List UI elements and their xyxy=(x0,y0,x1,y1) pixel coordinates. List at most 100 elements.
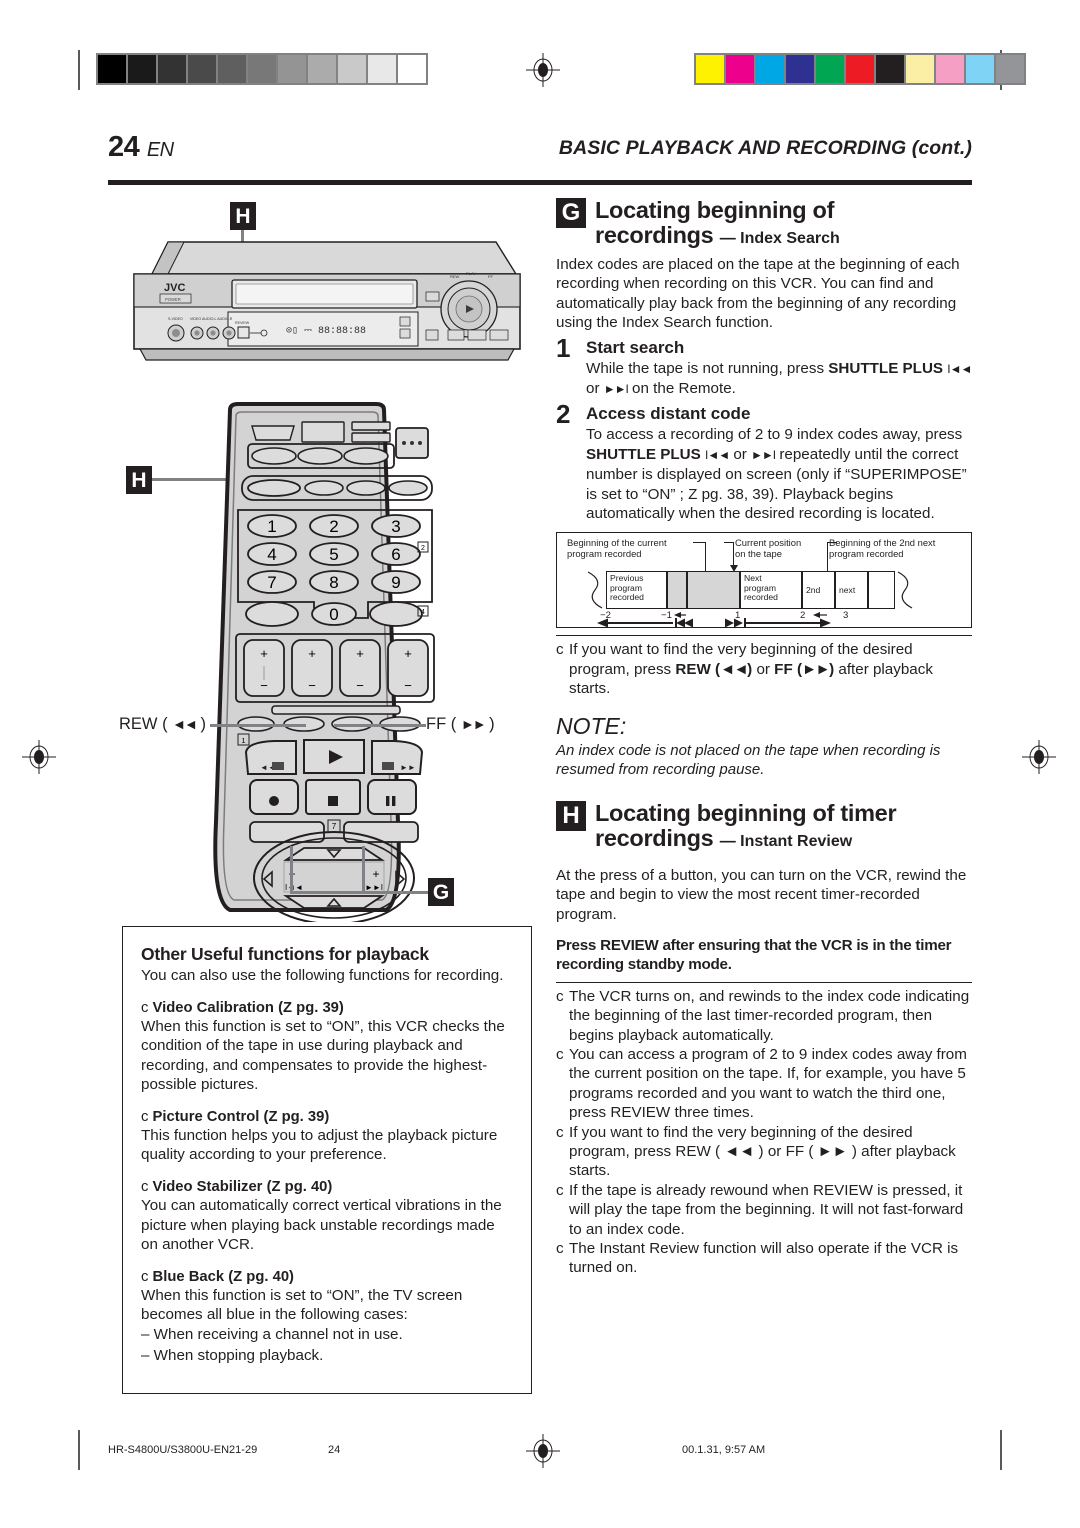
svg-text:−: − xyxy=(260,678,268,693)
usebox-intro: You can also use the following functions… xyxy=(141,967,504,984)
step-1: 1 Start search xyxy=(556,332,972,363)
tape-segment-tail xyxy=(868,571,895,610)
callout-g-leadline-v1 xyxy=(290,846,293,894)
page-number-value: 24 xyxy=(108,131,140,163)
section-h-subtitle: — Instant Review xyxy=(719,832,853,850)
tape-right-squiggle-icon xyxy=(897,571,913,609)
color-swatch-1 xyxy=(726,55,754,83)
svg-text:−: − xyxy=(404,678,412,693)
color-bar xyxy=(694,53,1026,85)
registration-mark-top xyxy=(526,53,560,87)
remote-illustration: 1 2 3 4 5 6 7 8 9 2 0 4 + + + + − − − − xyxy=(213,402,435,922)
bullet-marker: c xyxy=(556,1181,564,1199)
callout-g-leadline-v2 xyxy=(362,846,365,894)
usebox-item-ref: (Z pg. 39) xyxy=(278,1000,344,1017)
diagram-leader-right-h xyxy=(827,542,837,544)
usebox-item-1-body: When this function is set to “ON”, this … xyxy=(141,1018,505,1093)
color-swatch-4 xyxy=(816,55,844,83)
tape-left-squiggle-icon xyxy=(587,571,603,609)
usebox-item-4-body: When this function is set to “ON”, the T… xyxy=(141,1287,463,1324)
registration-mark-left xyxy=(22,740,56,774)
note-body: An index code is not placed on the tape … xyxy=(556,741,941,778)
content-column: G Locating beginning of recordings — Ind… xyxy=(556,198,972,1278)
section-h-bullets: c The VCR turns on, and rewinds to the i… xyxy=(556,987,972,1278)
ff-bullet-arrow-icon: ►► xyxy=(802,660,831,678)
rew-label: REW ( ◄◄ ) xyxy=(119,715,206,733)
bullet-marker: c xyxy=(141,1269,149,1286)
section-g-bullet: c If you want to find the very beginning… xyxy=(556,641,933,698)
usebox-item-ref: (Z pg. 40) xyxy=(228,1269,294,1286)
svg-text:REVIEW: REVIEW xyxy=(235,321,250,325)
index-search-diagram: Beginning of the current program recorded… xyxy=(556,532,972,629)
rew-bold: REW ( xyxy=(675,660,721,678)
page-language: EN xyxy=(146,139,174,161)
usebox-item-title: Blue Back xyxy=(152,1269,225,1286)
diagram-leader-current-h xyxy=(724,542,734,544)
usebox-item-title: Video Stabilizer xyxy=(152,1179,263,1196)
index-rew-arrow-icon-1: I◄◄ xyxy=(947,361,972,376)
usebox-item-3-head: c Video Stabilizer (Z pg. 40) xyxy=(141,1179,513,1195)
page-title: BASIC PLAYBACK AND RECORDING (cont.) xyxy=(558,137,972,159)
bullet-marker: c xyxy=(556,987,564,1005)
svg-text:+: + xyxy=(356,646,364,661)
svg-text:5: 5 xyxy=(329,545,338,564)
grayscale-swatch-3 xyxy=(188,55,216,83)
svg-text:2: 2 xyxy=(329,517,338,536)
svg-text:4: 4 xyxy=(267,545,276,564)
step-2-title: Access distant code xyxy=(586,404,751,424)
diagram-leader-left xyxy=(705,542,706,573)
tape-segment-next: Next program recorded xyxy=(740,571,802,610)
svg-text:7: 7 xyxy=(267,573,276,592)
usebox-item-2-body: This function helps you to adjust the pl… xyxy=(141,1127,498,1164)
svg-text:PLAY: PLAY xyxy=(466,271,476,276)
svg-text:S-VIDEO: S-VIDEO xyxy=(168,317,183,321)
page-number: 24 EN xyxy=(108,131,174,164)
index-rew-arrow-icon-2: I◄◄ xyxy=(705,447,730,462)
step-2-number: 2 xyxy=(556,399,571,430)
bullet-text: The VCR turns on, and rewinds to the ind… xyxy=(569,987,970,1044)
bullet-marker: c xyxy=(141,1109,149,1126)
vcr-illustration: JVC POWER REW PLAY FF ⊙▯ ⎓ 88:88:88 REVI… xyxy=(133,241,521,361)
rew-arrow-icon: ◄◄ xyxy=(172,716,198,732)
svg-text:FF: FF xyxy=(488,274,493,279)
step-1-number: 1 xyxy=(556,332,571,363)
grayscale-swatch-2 xyxy=(158,55,186,83)
shuttle-plus-bold-2: SHUTTLE PLUS xyxy=(586,445,701,463)
usebox-item-4-sub-1: – When receiving a channel not in use. xyxy=(141,1326,403,1344)
svg-text:+: + xyxy=(404,646,412,661)
svg-text:−: − xyxy=(356,678,364,693)
tape-strip: Previous program recorded Next program r… xyxy=(585,571,915,610)
section-h-bullet-2: c You can access a program of 2 to 9 ind… xyxy=(556,1045,972,1123)
section-h-bullet-1: c The VCR turns on, and rewinds to the i… xyxy=(556,987,972,1045)
ff-label: FF ( ►► ) xyxy=(426,715,495,733)
tape-segment-2nd: 2nd xyxy=(802,571,835,610)
section-h-bullet-4: c If the tape is already rewound when RE… xyxy=(556,1181,972,1239)
section-h-title: Locating beginning of timer recordings —… xyxy=(595,799,897,851)
svg-text:9: 9 xyxy=(391,573,400,592)
bullet-marker: c xyxy=(556,1123,564,1141)
usebox-item-title: Video Calibration xyxy=(152,1000,274,1017)
color-swatch-7 xyxy=(906,55,934,83)
diagram-ff-range-arrow-icon xyxy=(725,618,831,629)
section-g-subtitle: — Index Search xyxy=(719,230,840,247)
svg-text:6: 6 xyxy=(391,545,400,564)
other-useful-functions-box: Other Useful functions for playback You … xyxy=(122,926,532,1394)
page-header: 24 EN BASIC PLAYBACK AND RECORDING (cont… xyxy=(108,131,972,179)
bullet-text: You can access a program of 2 to 9 index… xyxy=(569,1045,967,1122)
svg-text:4: 4 xyxy=(421,609,425,616)
color-swatch-10 xyxy=(996,55,1024,83)
diagram-label-current: Current position on the tape xyxy=(735,537,802,560)
svg-text:+: + xyxy=(372,867,379,881)
svg-text:7: 7 xyxy=(332,822,337,831)
rew-leadline xyxy=(210,724,306,727)
color-swatch-8 xyxy=(936,55,964,83)
svg-text:2: 2 xyxy=(421,545,425,552)
svg-text:⊙▯ ⎓ 88:88:88: ⊙▯ ⎓ 88:88:88 xyxy=(286,326,366,337)
diagram-leader-right xyxy=(827,542,828,573)
shuttle-plus-bold-1: SHUTTLE PLUS xyxy=(828,359,944,377)
svg-text:−: − xyxy=(308,678,316,693)
index-ff-arrow-icon-1: ►►I xyxy=(603,382,629,397)
diagram-rew-range-arrow-icon xyxy=(597,618,693,629)
color-swatch-2 xyxy=(756,55,784,83)
color-swatch-3 xyxy=(786,55,814,83)
